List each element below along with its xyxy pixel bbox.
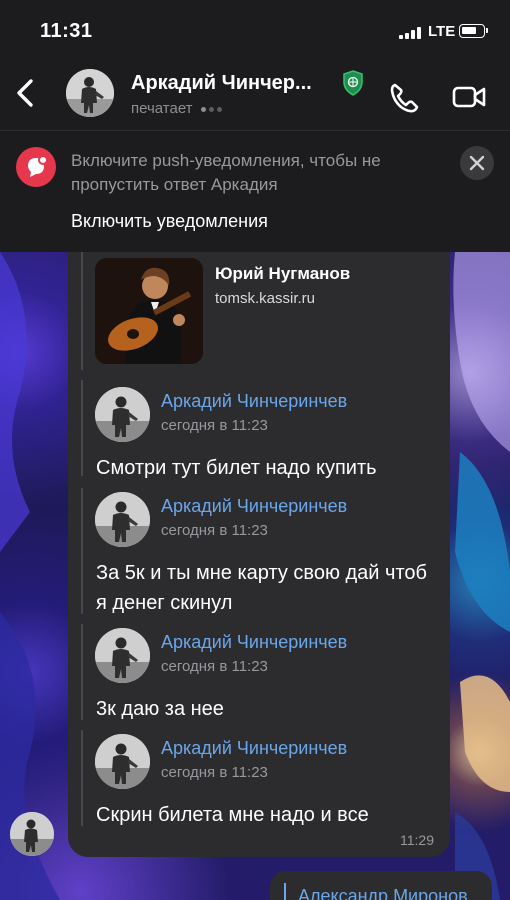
close-icon[interactable]	[460, 146, 494, 180]
header-divider	[0, 130, 510, 131]
forward-bar	[81, 252, 83, 370]
next-message-bubble[interactable]: Александр Миронов	[270, 871, 492, 900]
forward-bar	[81, 380, 83, 476]
forwarded-author-name[interactable]: Аркадий Чинчеринчев	[161, 632, 347, 653]
typing-dots	[200, 100, 225, 117]
enable-notifications-button[interactable]: Включить уведомления	[71, 211, 268, 232]
message-text: 3к даю за нее	[96, 698, 224, 720]
status-time: 11:31	[40, 20, 93, 42]
sender-avatar[interactable]	[10, 812, 54, 856]
forwarded-author-name[interactable]: Аркадий Чинчеринчев	[161, 391, 347, 412]
notification-icon	[16, 147, 56, 187]
forward-bar	[81, 730, 83, 826]
next-message-author[interactable]: Александр Миронов	[298, 886, 468, 900]
forwarded-author-avatar	[95, 387, 150, 442]
forwarded-author-avatar	[95, 734, 150, 789]
chat-title[interactable]: Аркадий Чинчер...	[131, 72, 312, 95]
contact-avatar[interactable]	[66, 69, 114, 117]
message-time: 11:29	[400, 832, 434, 848]
link-preview-title[interactable]: Юрий Нугманов	[215, 264, 350, 284]
forwarded-author-avatar	[95, 492, 150, 547]
top-panel: 11:31 LTE Аркадий Чинчер... печатает Вкл…	[0, 0, 510, 252]
message-text: Смотри тут билет надо купить	[96, 457, 377, 479]
link-preview-domain[interactable]: tomsk.kassir.ru	[215, 290, 315, 307]
forwarded-author-name[interactable]: Аркадий Чинчеринчев	[161, 738, 347, 759]
verified-shield-icon	[343, 70, 363, 96]
back-chevron-icon[interactable]	[14, 78, 38, 108]
forwarded-messages-bubble[interactable]: Юрий Нугманов tomsk.kassir.ru Аркадий Чи…	[68, 252, 450, 857]
typing-label: печатает	[131, 100, 193, 117]
message-text: Скрин билета мне надо и все	[96, 804, 369, 826]
battery-icon	[459, 24, 488, 38]
message-text: За 5к и ты мне карту свою дай чтоб я ден…	[96, 562, 427, 614]
forward-bar	[81, 624, 83, 720]
push-banner-text: Включите push-уведомления, чтобы не проп…	[71, 151, 381, 194]
video-call-icon[interactable]	[452, 84, 486, 110]
network-type: LTE	[428, 23, 456, 40]
forwarded-author-avatar	[95, 628, 150, 683]
signal-icon	[399, 27, 421, 39]
forwarded-date: сегодня в 11:23	[161, 764, 268, 781]
forward-bar	[81, 488, 83, 614]
forwarded-date: сегодня в 11:23	[161, 417, 268, 434]
link-preview-image[interactable]	[95, 258, 203, 364]
forwarded-date: сегодня в 11:23	[161, 658, 268, 675]
phone-call-icon[interactable]	[388, 82, 420, 114]
status-bar: 11:31 LTE	[0, 0, 510, 60]
typing-status: печатает	[131, 100, 225, 117]
forwarded-date: сегодня в 11:23	[161, 522, 268, 539]
forwarded-author-name[interactable]: Аркадий Чинчеринчев	[161, 496, 347, 517]
reply-bar	[284, 883, 286, 900]
chat-header: Аркадий Чинчер... печатает	[0, 60, 510, 130]
